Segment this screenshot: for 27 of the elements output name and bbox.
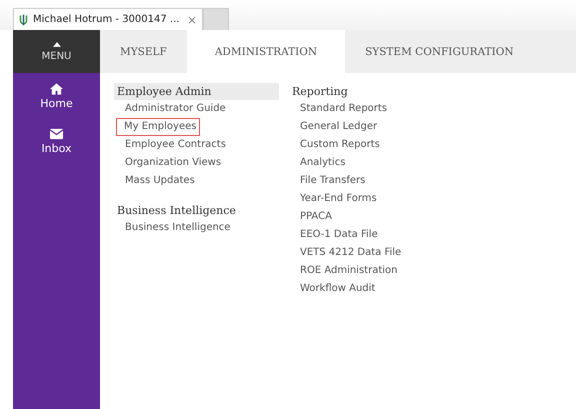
- menu-link[interactable]: Employee Contracts: [114, 136, 230, 154]
- nav-tab[interactable]: ADMINISTRATION: [186, 30, 346, 73]
- menu-link[interactable]: EEO-1 Data File: [289, 226, 382, 244]
- menu-link[interactable]: Workflow Audit: [289, 280, 380, 298]
- section-heading: Business Intelligence: [116, 203, 237, 219]
- menu-link[interactable]: My Employees: [116, 118, 200, 136]
- menu-link[interactable]: Mass Updates: [114, 172, 199, 190]
- sidebar-item[interactable]: Inbox: [41, 128, 72, 155]
- menu-link[interactable]: ROE Administration: [289, 262, 402, 280]
- menu-link[interactable]: Analytics: [289, 154, 350, 172]
- menu-link[interactable]: Custom Reports: [289, 136, 384, 154]
- menu-link[interactable]: VETS 4212 Data File: [289, 244, 406, 262]
- menu-link[interactable]: Standard Reports: [289, 100, 392, 118]
- section-heading: Employee Admin: [114, 83, 279, 100]
- browser-tab-title: Michael Hotrum - 3000147 ...: [33, 14, 180, 25]
- browser-tab[interactable]: Michael Hotrum - 3000147 ... ×: [13, 8, 203, 30]
- menu-link[interactable]: Business Intelligence: [114, 219, 234, 237]
- menu-button[interactable]: MENU: [13, 30, 100, 73]
- sidebar-item[interactable]: Home: [40, 83, 73, 110]
- menu-link[interactable]: General Ledger: [289, 118, 382, 136]
- menu-link[interactable]: PPACA: [289, 208, 336, 226]
- close-tab-button[interactable]: ×: [186, 12, 197, 26]
- section-heading: Reporting: [291, 84, 349, 100]
- menu-link[interactable]: File Transfers: [289, 172, 370, 190]
- menu-link[interactable]: Administrator Guide: [114, 100, 230, 118]
- menu-link[interactable]: Year-End Forms: [289, 190, 381, 208]
- menu-link[interactable]: Organization Views: [114, 154, 226, 172]
